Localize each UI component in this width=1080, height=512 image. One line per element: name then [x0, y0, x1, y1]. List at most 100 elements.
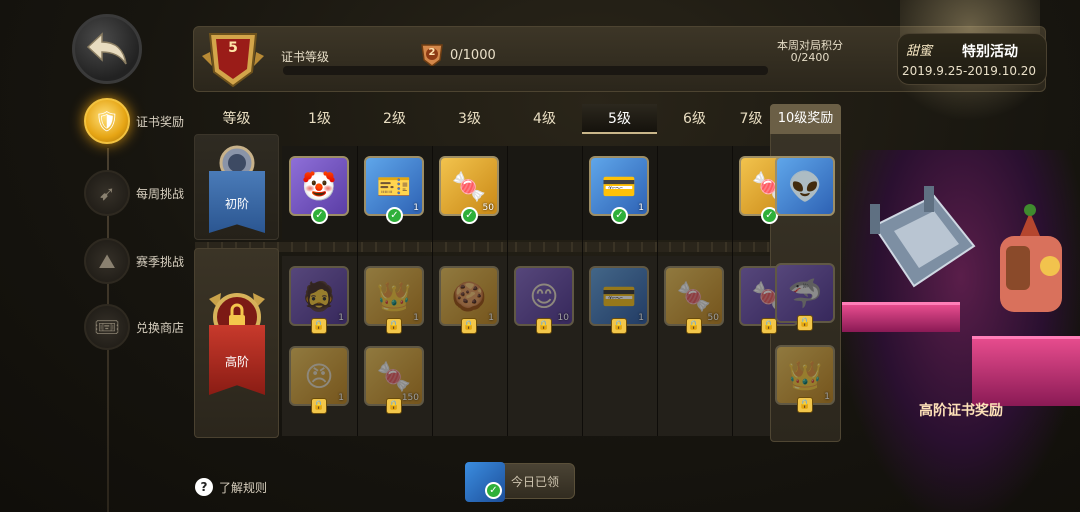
- level10-header: 10级奖励: [770, 104, 841, 134]
- level-column-6[interactable]: 6级: [657, 104, 732, 134]
- advanced-reward-item[interactable]: 🍬 50: [664, 266, 724, 326]
- level-column-7[interactable]: 7级: [732, 104, 770, 134]
- event-dates: 2019.9.25-2019.10.20: [901, 64, 1037, 78]
- event-name-fancy: 甜蜜: [906, 44, 933, 59]
- nav-label: 兑换商店: [136, 320, 185, 335]
- back-arrow-icon: [86, 32, 127, 65]
- nav-item-season[interactable]: ⛰ 赛季挑战: [84, 238, 184, 284]
- target-icon: ➹: [84, 170, 130, 216]
- column-divider: [732, 146, 733, 436]
- advanced-reward-item[interactable]: 👑 1: [364, 266, 424, 326]
- reward-quantity: 1: [824, 392, 830, 402]
- reward-quantity: 1: [413, 313, 419, 323]
- reward-quantity: 1: [338, 393, 344, 403]
- ticket-icon: 🎟: [84, 304, 130, 350]
- showcase-title: 高阶证书奖励: [919, 403, 1003, 419]
- level-column-1[interactable]: 1级: [282, 104, 357, 134]
- pedestal-right: [972, 336, 1080, 406]
- advanced-reward-item[interactable]: 🍪 1: [439, 266, 499, 326]
- reward-showcase: [842, 150, 1080, 512]
- row-separator: [195, 242, 841, 252]
- nav-label: 每周挑战: [136, 186, 185, 201]
- pedestal-left: [842, 302, 960, 332]
- reward-quantity: 1: [413, 203, 419, 213]
- reward-quantity: 1: [338, 313, 344, 323]
- back-button[interactable]: [72, 14, 142, 84]
- nav-label: 证书奖励: [136, 114, 185, 129]
- nav-item-shop[interactable]: 🎟 兑换商店: [84, 304, 184, 350]
- character-figure-icon: [1000, 204, 1062, 312]
- lock-icon: 🔒: [797, 397, 813, 413]
- chessboard-board-icon: [870, 186, 976, 288]
- reward-quantity: 10: [557, 313, 569, 323]
- certificate-icon: 🛡: [84, 98, 130, 144]
- reward-art-icon: 🤡: [301, 169, 337, 203]
- reward-quantity: 50: [707, 313, 719, 323]
- small-badge-number: 2: [428, 47, 436, 58]
- reward-quantity: 1: [638, 313, 644, 323]
- lock-icon: 🔒: [311, 318, 327, 334]
- claimed-check-icon: ✓: [386, 207, 403, 224]
- progress-text: 0/1000: [450, 48, 496, 63]
- event-name: 特别活动: [962, 44, 1018, 60]
- column-divider: [657, 146, 658, 436]
- advanced-reward-item[interactable]: 🍬 150: [364, 346, 424, 406]
- lock-icon: 🔒: [386, 398, 402, 414]
- level10-advanced-reward[interactable]: 👑 1: [775, 345, 835, 405]
- claimed-check-icon: ✓: [461, 207, 478, 224]
- lock-icon: 🔒: [461, 318, 477, 334]
- claimed-check-icon: ✓: [485, 482, 502, 499]
- help-icon: ?: [195, 478, 213, 496]
- rules-link[interactable]: ? 了解规则: [195, 478, 267, 496]
- reward-art-icon: 👽: [787, 169, 823, 203]
- mountain-icon: ⛰: [84, 238, 130, 284]
- shield-icon: [202, 33, 264, 88]
- basic-reward-row: [282, 146, 770, 240]
- claim-label: 今日已领: [511, 475, 560, 489]
- level-column-header: 等级: [222, 111, 251, 127]
- level-column-5[interactable]: 5级: [582, 104, 657, 134]
- column-divider: [582, 146, 583, 436]
- claim-button[interactable]: ✓ 今日已领: [465, 462, 575, 502]
- lock-icon: 🔒: [611, 318, 627, 334]
- advanced-reward-item[interactable]: 🧔 1: [289, 266, 349, 326]
- reward-quantity: 50: [482, 203, 494, 213]
- level10-basic-reward[interactable]: 👽: [775, 156, 835, 216]
- lock-icon: 🔒: [536, 318, 552, 334]
- nav-item-weekly[interactable]: ➹ 每周挑战: [84, 170, 184, 216]
- level-column-3[interactable]: 3级: [432, 104, 507, 134]
- claimed-check-icon: ✓: [311, 207, 328, 224]
- level-badge: 5: [200, 26, 266, 92]
- tier-advanced-panel: 高阶: [194, 248, 279, 438]
- lock-icon: 🔒: [386, 318, 402, 334]
- reward-quantity: 1: [638, 203, 644, 213]
- claimed-check-icon: ✓: [611, 207, 628, 224]
- cert-level-label: 证书等级: [281, 50, 330, 64]
- advanced-reward-item[interactable]: 😠 1: [289, 346, 349, 406]
- column-divider: [432, 146, 433, 436]
- level10-advanced-reward[interactable]: 🦈: [775, 263, 835, 323]
- nav-item-certificate[interactable]: 🛡 证书奖励: [84, 98, 184, 144]
- level-number: 5: [228, 40, 238, 56]
- reward-art-icon: 🦈: [787, 276, 823, 310]
- tier-basic-label: 初阶: [224, 197, 249, 211]
- progress-bar: [283, 66, 768, 75]
- nav-label: 赛季挑战: [136, 254, 185, 269]
- lock-icon: 🔒: [797, 315, 813, 331]
- reward-quantity: 1: [488, 313, 494, 323]
- lock-icon: 🔒: [761, 318, 777, 334]
- column-divider: [507, 146, 508, 436]
- lock-icon: 🔒: [311, 398, 327, 414]
- level-column-4[interactable]: 4级: [507, 104, 582, 134]
- battle-pass-screen: 🛡 证书奖励 ➹ 每周挑战 ⛰ 赛季挑战 🎟 兑换商店 5 证书等级 2 0/1…: [0, 0, 1080, 512]
- tier-basic-panel: 初阶: [194, 134, 279, 240]
- lock-icon: 🔒: [686, 318, 702, 334]
- tier-advanced-label: 高阶: [224, 355, 249, 369]
- level-column-2[interactable]: 2级: [357, 104, 432, 134]
- advanced-reward-item[interactable]: 💳 1: [589, 266, 649, 326]
- advanced-reward-item[interactable]: 😊 10: [514, 266, 574, 326]
- rules-label: 了解规则: [219, 480, 268, 495]
- small-level-badge: 2: [419, 42, 445, 68]
- reward-quantity: 150: [401, 393, 419, 403]
- weekly-points-value: 0/2400: [790, 51, 830, 64]
